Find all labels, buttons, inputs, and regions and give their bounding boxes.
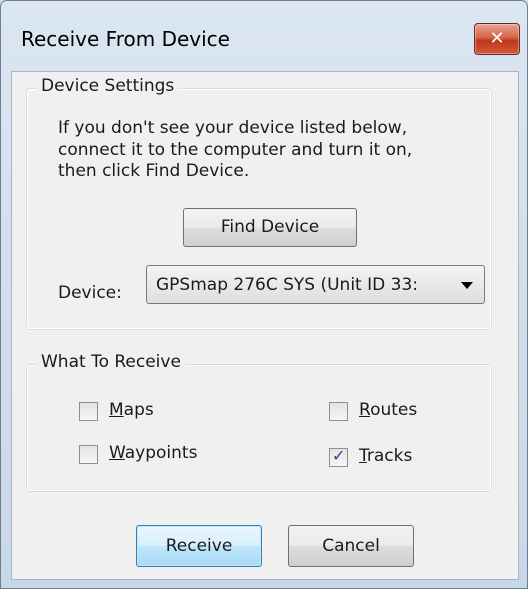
find-device-button[interactable]: Find Device <box>183 208 357 247</box>
tracks-checkbox-box[interactable]: ✓ <box>329 446 348 467</box>
device-label: Device: <box>58 283 122 303</box>
close-button[interactable]: ✕ <box>474 23 520 55</box>
instruction-line-2: connect it to the computer and turn it o… <box>58 139 413 160</box>
tracks-label[interactable]: Tracks <box>359 446 412 466</box>
close-icon: ✕ <box>489 28 505 49</box>
cancel-button[interactable]: Cancel <box>288 525 414 567</box>
dialog-title: Receive From Device <box>21 27 230 51</box>
receive-button[interactable]: Receive <box>136 525 262 567</box>
what-to-receive-group: What To Receive <box>26 352 492 492</box>
waypoints-checkbox-box[interactable] <box>79 445 98 464</box>
maps-checkbox-box[interactable] <box>79 402 98 421</box>
checkmark-icon: ✓ <box>332 446 346 465</box>
device-select-value: GPSmap 276C SYS (Unit ID 33: <box>156 275 418 295</box>
device-settings-title: Device Settings <box>37 76 179 96</box>
device-instructions: If you don't see your device listed belo… <box>58 118 498 183</box>
chevron-down-icon[interactable] <box>461 282 473 289</box>
routes-label[interactable]: Routes <box>359 400 417 420</box>
title-bar[interactable]: Receive From Device ✕ <box>1 1 527 71</box>
waypoints-label[interactable]: Waypoints <box>109 443 197 463</box>
maps-label[interactable]: Maps <box>109 400 154 420</box>
what-to-receive-title: What To Receive <box>37 352 185 372</box>
instruction-line-1: If you don't see your device listed belo… <box>58 118 408 138</box>
routes-checkbox-box[interactable] <box>329 402 348 421</box>
instruction-line-3: then click Find Device. <box>58 161 250 181</box>
device-select[interactable]: GPSmap 276C SYS (Unit ID 33: <box>146 265 485 304</box>
